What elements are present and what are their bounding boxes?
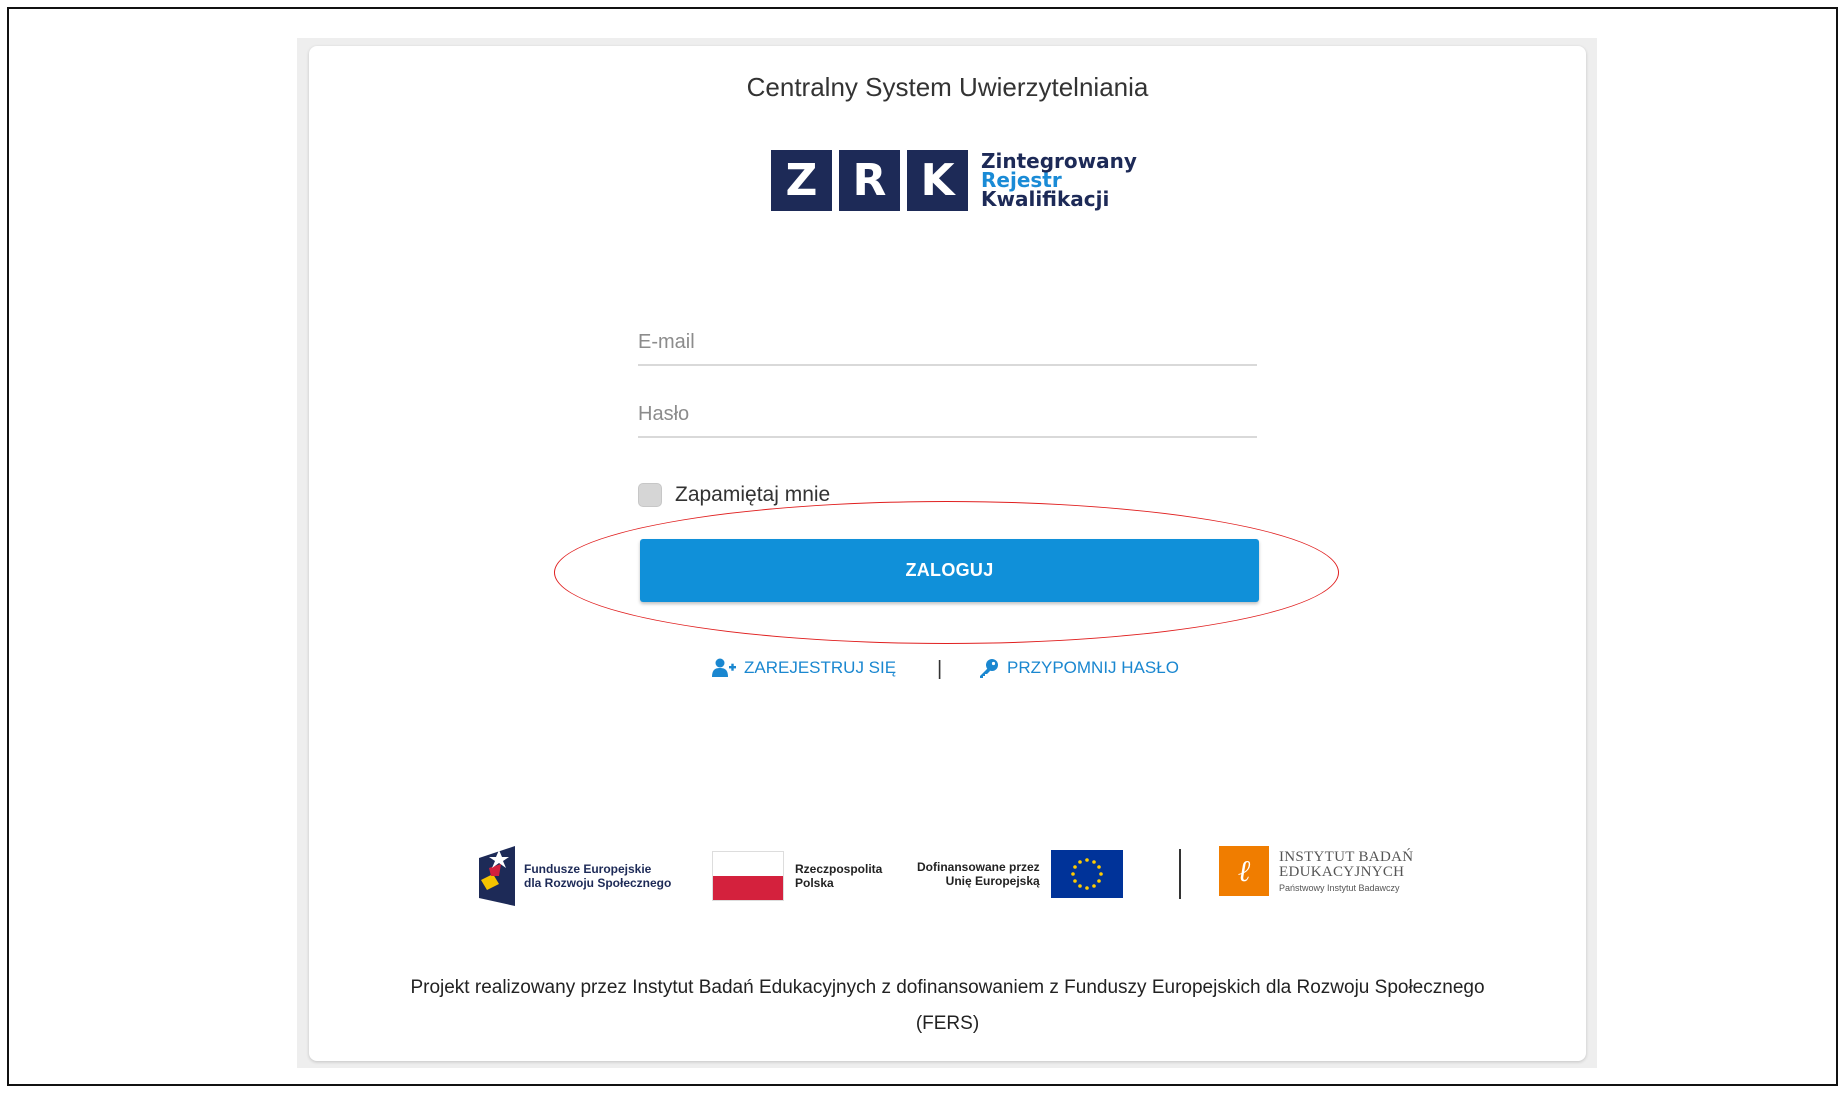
ibe-mark-icon: ℓ: [1219, 846, 1269, 896]
zrk-logo-text: Zintegrowany Rejestr Kwalifikacji: [981, 151, 1137, 211]
project-footer: Projekt realizowany przez Instytut Badań…: [410, 977, 1485, 1034]
zrk-letter-k: K: [907, 149, 968, 211]
ibe-logo: ℓ INSTYTUT BADAŃ EDUKACYJNYCH Państwowy …: [1219, 846, 1413, 896]
register-link[interactable]: ZAREJESTRUJ SIĘ: [712, 658, 896, 678]
eu-line1: Dofinansowane przez: [917, 860, 1040, 874]
sponsor-logos: Fundusze Europejskie dla Rozwoju Społecz…: [309, 846, 1586, 916]
pl-line1: Rzeczpospolita: [795, 862, 883, 876]
remind-password-label: PRZYPOMNIJ HASŁO: [1007, 658, 1179, 677]
password-field-wrapper: [638, 376, 1257, 438]
email-field-wrapper: [638, 304, 1257, 366]
eu-line2: Unię Europejską: [945, 874, 1040, 888]
auth-links: ZAREJESTRUJ SIĘ | PRZYPOMNIJ HASŁO: [309, 658, 1586, 688]
links-separator: |: [937, 658, 943, 680]
eu-stars-icon: [1070, 858, 1103, 890]
eu-flag: [1050, 850, 1123, 898]
pl-line2: Polska: [795, 876, 834, 890]
zrk-letter-z: Z: [771, 149, 832, 211]
ibe-line2: EDUKACYJNYCH: [1279, 863, 1405, 880]
remember-me-label: Zapamiętaj mnie: [675, 483, 831, 506]
eu-text: Dofinansowane przez Unię Europejską: [917, 860, 1040, 888]
fundusze-europejskie-logo: Fundusze Europejskie dla Rozwoju Społecz…: [479, 846, 671, 906]
login-button[interactable]: ZALOGUJ: [640, 539, 1259, 602]
ibe-line3: Państwowy Instytut Badawczy: [1279, 882, 1400, 893]
remind-password-link[interactable]: PRZYPOMNIJ HASŁO: [979, 658, 1179, 678]
fundusze-europejskie-mark: [479, 846, 515, 906]
zrk-letter-r: R: [839, 149, 900, 211]
rzeczpospolita-polska-logo: Rzeczpospolita Polska: [712, 851, 882, 901]
screenshot-frame: Centralny System Uwierzytelniania Z R K …: [7, 7, 1838, 1086]
ibe-text: INSTYTUT BADAŃ EDUKACYJNYCH Państwowy In…: [1279, 848, 1414, 893]
remember-me-checkbox[interactable]: [638, 483, 662, 507]
fe-line1: Fundusze Europejskie: [524, 862, 652, 876]
remember-me[interactable]: Zapamiętaj mnie: [638, 483, 830, 507]
ibe-line1: INSTYTUT BADAŃ: [1279, 848, 1414, 865]
key-icon: [980, 659, 998, 678]
user-plus-icon: [712, 658, 736, 677]
fe-line2: dla Rozwoju Społecznego: [524, 876, 672, 890]
fundusze-europejskie-text: Fundusze Europejskie dla Rozwoju Społecz…: [524, 862, 671, 890]
register-link-label: ZAREJESTRUJ SIĘ: [744, 658, 897, 677]
login-card: Centralny System Uwierzytelniania Z R K …: [309, 46, 1586, 1061]
page-title: Centralny System Uwierzytelniania: [746, 72, 1149, 102]
email-field[interactable]: [638, 331, 1257, 354]
zrk-logo-line3: Kwalifikacji: [981, 186, 1110, 211]
zrk-logo: Z R K Zintegrowany Rejestr Kwalifikacji: [771, 146, 1137, 214]
password-field[interactable]: [638, 403, 1257, 426]
rzeczpospolita-text: Rzeczpospolita Polska: [795, 862, 882, 890]
eu-cofinancing-logo: Dofinansowane przez Unię Europejską: [917, 850, 1123, 898]
polish-flag: [712, 851, 784, 901]
sponsor-divider: [1179, 849, 1181, 899]
